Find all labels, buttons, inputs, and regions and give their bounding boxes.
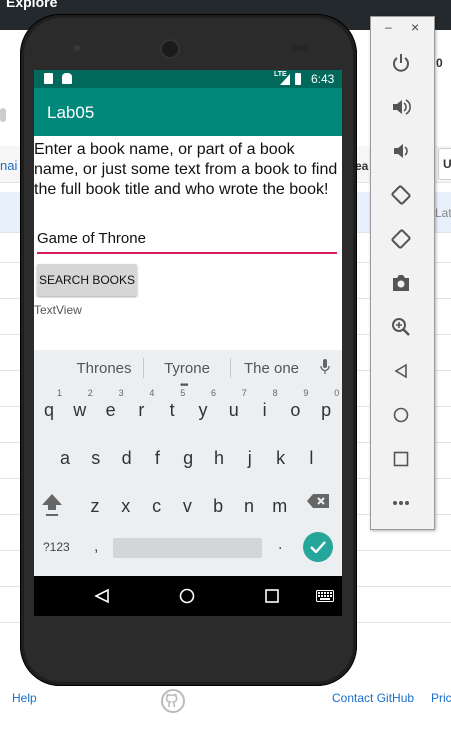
key-k[interactable]: k — [267, 442, 295, 474]
key-q[interactable]: q — [35, 394, 63, 426]
rotate-right-icon[interactable] — [381, 224, 421, 254]
mic-icon[interactable] — [320, 359, 330, 375]
keyboard-switch-icon[interactable] — [316, 589, 334, 602]
footer-help-link[interactable]: Help — [12, 691, 37, 705]
front-sensor — [74, 45, 80, 51]
signal-icon — [280, 74, 290, 85]
key-n[interactable]: n — [235, 490, 263, 522]
key-z[interactable]: z — [81, 490, 109, 522]
close-button[interactable]: × — [411, 19, 419, 35]
power-icon[interactable] — [381, 48, 421, 78]
proximity-sensor — [292, 45, 310, 51]
minimize-button[interactable]: – — [385, 20, 392, 34]
book-search-input[interactable]: Game of Throne — [37, 230, 337, 254]
key-hint: 4 — [149, 388, 155, 398]
check-icon — [310, 541, 326, 553]
key-t[interactable]: t — [158, 394, 186, 426]
key-j[interactable]: j — [236, 442, 264, 474]
key-c[interactable]: c — [143, 490, 171, 522]
scroll-indicator — [0, 108, 6, 122]
key-f[interactable]: f — [143, 442, 171, 474]
nav-home-icon[interactable] — [179, 588, 195, 604]
left-truncated-text[interactable]: nai — [0, 158, 17, 173]
front-camera — [162, 41, 178, 57]
right-truncated-text: Lat — [435, 206, 451, 220]
enter-key[interactable] — [303, 532, 333, 562]
nav-overview-icon[interactable] — [265, 589, 279, 603]
overview-icon[interactable] — [381, 444, 421, 474]
github-logo-icon[interactable] — [161, 689, 185, 713]
key-hint: 1 — [57, 388, 63, 398]
space-bar[interactable] — [113, 538, 262, 558]
android-nav-bar — [34, 576, 342, 616]
symbols-key[interactable]: ?123 — [43, 540, 70, 554]
key-v[interactable]: v — [173, 490, 201, 522]
column-header-u: U — [443, 157, 451, 171]
cell-top-right: 0 — [436, 56, 443, 70]
key-hint: 2 — [87, 388, 93, 398]
comma-key[interactable]: , — [94, 538, 98, 556]
key-hint: 3 — [118, 388, 124, 398]
suggestion-divider — [143, 358, 144, 378]
key-b[interactable]: b — [204, 490, 232, 522]
footer-contact-link[interactable]: Contact GitHub — [332, 691, 414, 705]
key-hint: 8 — [272, 388, 278, 398]
search-books-button[interactable]: SEARCH BOOKS — [37, 264, 137, 296]
key-s[interactable]: s — [82, 442, 110, 474]
key-y[interactable]: y — [189, 394, 217, 426]
volume-down-icon[interactable] — [381, 136, 421, 166]
home-icon[interactable] — [381, 400, 421, 430]
shift-key-icon[interactable] — [40, 492, 64, 516]
app-title: Lab05 — [47, 103, 95, 122]
emulator-control-panel: – × — [370, 16, 435, 530]
column-header: ea — [355, 159, 369, 173]
volume-up-icon[interactable] — [381, 92, 421, 122]
keyboard-row-3: zxcvbnm — [80, 488, 300, 524]
period-key[interactable]: . — [278, 536, 282, 554]
key-d[interactable]: d — [113, 442, 141, 474]
key-e[interactable]: e — [97, 394, 125, 426]
app-bar: Lab05 — [34, 88, 342, 136]
key-u[interactable]: u — [220, 394, 248, 426]
keyboard-row-1: q1w2e3r4t5y6u7i8o9p0 — [34, 388, 342, 428]
suggestion-divider — [230, 358, 231, 378]
key-hint: 0 — [334, 388, 340, 398]
key-r[interactable]: r — [127, 394, 155, 426]
suggestion-1[interactable]: Thrones — [64, 350, 144, 386]
key-x[interactable]: x — [112, 490, 140, 522]
key-o[interactable]: o — [281, 394, 309, 426]
key-hint: 9 — [303, 388, 309, 398]
status-bar: LTE 6:43 — [34, 70, 342, 88]
footer-pricing-link[interactable]: Pric — [431, 691, 451, 705]
soft-keyboard: Thrones Tyrone ••• The one q1w2e3r4t5y6u… — [34, 350, 342, 576]
more-icon[interactable] — [381, 488, 421, 518]
key-i[interactable]: i — [251, 394, 279, 426]
battery-icon — [295, 73, 301, 85]
status-time: 6:43 — [311, 72, 335, 86]
key-w[interactable]: w — [66, 394, 94, 426]
nav-back-icon[interactable] — [94, 588, 110, 604]
search-instructions: Enter a book name, or part of a book nam… — [34, 141, 338, 198]
zoom-icon[interactable] — [381, 312, 421, 342]
backspace-key-icon[interactable] — [307, 493, 331, 509]
phone-screen: LTE 6:43 Lab05 Enter a book name, or par… — [34, 70, 342, 616]
rotate-left-icon[interactable] — [381, 180, 421, 210]
keyboard-row-2: asdfghjkl — [34, 440, 342, 476]
key-a[interactable]: a — [51, 442, 79, 474]
key-h[interactable]: h — [205, 442, 233, 474]
android-icon — [62, 73, 72, 84]
key-hint: 7 — [241, 388, 247, 398]
key-hint: 6 — [211, 388, 217, 398]
key-m[interactable]: m — [266, 490, 294, 522]
key-p[interactable]: p — [312, 394, 340, 426]
key-g[interactable]: g — [174, 442, 202, 474]
result-textview: TextView — [34, 303, 82, 317]
suggestion-3[interactable]: The one — [234, 350, 309, 386]
browser-title: Explore — [6, 0, 58, 10]
key-hint: 5 — [180, 388, 186, 398]
camera-icon[interactable] — [381, 268, 421, 298]
key-l[interactable]: l — [297, 442, 325, 474]
back-icon[interactable] — [381, 356, 421, 386]
sd-card-icon — [44, 73, 53, 84]
